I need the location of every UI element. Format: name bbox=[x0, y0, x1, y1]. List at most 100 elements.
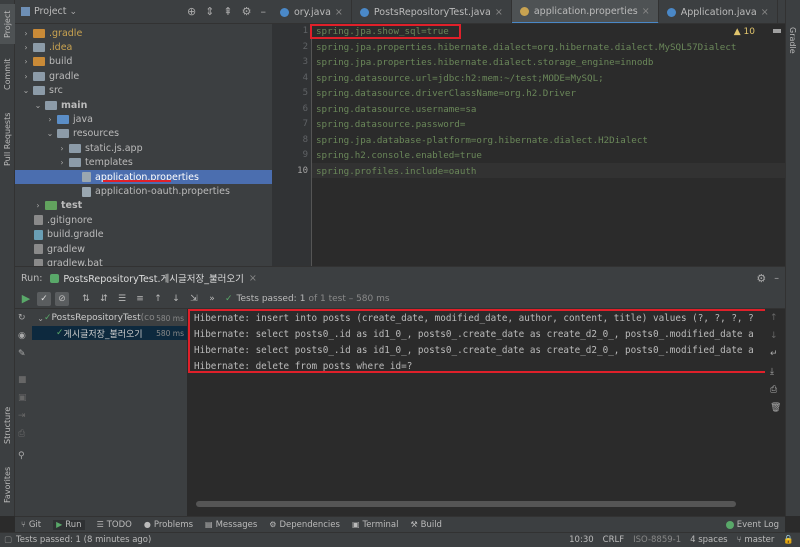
tool-button-git[interactable]: ⑂ Git bbox=[21, 520, 41, 530]
line-separator[interactable]: CRLF bbox=[603, 535, 624, 545]
tool-button-terminal[interactable]: ▣ Terminal bbox=[352, 520, 398, 530]
tree-item[interactable]: ⌄ resources bbox=[15, 127, 272, 141]
refresh-icon[interactable]: ↻ bbox=[18, 313, 26, 323]
hide-icon[interactable]: – bbox=[774, 273, 779, 284]
project-panel-title[interactable]: Project bbox=[34, 6, 67, 17]
code-line[interactable]: spring.datasource.driverClassName=org.h2… bbox=[316, 88, 576, 99]
stop-icon[interactable]: ■ bbox=[18, 375, 27, 385]
sort-alpha-icon[interactable]: ⇅ bbox=[79, 292, 93, 306]
status-message[interactable]: Tests passed: 1 (8 minutes ago) bbox=[16, 535, 151, 545]
tree-item[interactable]: .gitignore bbox=[15, 213, 272, 227]
pin-icon[interactable]: ⚲ bbox=[18, 451, 25, 461]
expand-all-icon[interactable]: ⇕ bbox=[205, 5, 214, 18]
tree-item[interactable]: › gradle bbox=[15, 69, 272, 83]
pull-requests-tool-tab[interactable]: Pull Requests bbox=[0, 104, 15, 174]
editor-tab[interactable]: PostsRepositoryTest.java × bbox=[352, 0, 512, 23]
run-config-tab[interactable]: PostsRepositoryTest.게시글저장_불러오기 bbox=[63, 271, 243, 285]
chevron-icon[interactable]: ⌄ bbox=[33, 101, 43, 110]
export-icon[interactable]: ⇲ bbox=[187, 292, 201, 306]
tab-close-icon[interactable]: × bbox=[642, 6, 650, 17]
code-line[interactable]: spring.datasource.username=sa bbox=[316, 104, 476, 115]
editor-tab[interactable]: ory.java × bbox=[272, 0, 352, 23]
print-icon[interactable]: ⎙ bbox=[770, 385, 777, 395]
code-line[interactable]: spring.profiles.include=oauth bbox=[316, 166, 476, 177]
expand-icon[interactable]: ☰ bbox=[115, 292, 129, 306]
tool-button-build[interactable]: ⚒ Build bbox=[410, 520, 442, 530]
collapse-all-icon[interactable]: ⇞ bbox=[223, 5, 232, 18]
code-line[interactable]: spring.datasource.password= bbox=[316, 119, 465, 130]
close-icon[interactable]: × bbox=[249, 273, 257, 284]
print-icon[interactable]: ⎙ bbox=[18, 429, 25, 439]
tree-item[interactable]: build.gradle bbox=[15, 228, 272, 242]
tool-button-todo[interactable]: ☰ TODO bbox=[97, 520, 132, 530]
camera-icon[interactable]: ◉ bbox=[18, 331, 26, 341]
console-output[interactable]: Hibernate: insert into posts (create_dat… bbox=[188, 309, 770, 517]
chevron-icon[interactable]: › bbox=[57, 144, 67, 153]
chevron-icon[interactable]: › bbox=[21, 57, 31, 66]
tree-item[interactable]: › test bbox=[15, 199, 272, 213]
up-icon[interactable]: ↑ bbox=[151, 292, 165, 306]
sort-duration-icon[interactable]: ⇵ bbox=[97, 292, 111, 306]
structure-tool-tab[interactable]: Structure bbox=[0, 400, 15, 450]
show-passed-icon[interactable]: ✓ bbox=[37, 291, 51, 306]
caret-position[interactable]: 10:30 bbox=[569, 535, 594, 545]
hide-icon[interactable]: – bbox=[261, 5, 267, 18]
file-encoding[interactable]: ISO-8859-1 bbox=[633, 535, 681, 545]
chevron-icon[interactable]: › bbox=[45, 115, 55, 124]
lock-icon[interactable]: 🔒 bbox=[783, 535, 794, 545]
console-hscrollbar[interactable] bbox=[196, 501, 736, 507]
tool-button-dependencies[interactable]: ⚙ Dependencies bbox=[269, 520, 340, 530]
down-icon[interactable]: ↓ bbox=[169, 292, 183, 306]
collapse-icon[interactable]: ≡ bbox=[133, 292, 147, 306]
tab-close-icon[interactable]: × bbox=[335, 7, 343, 18]
code-line[interactable]: spring.jpa.properties.hibernate.dialect.… bbox=[316, 57, 653, 68]
code-line[interactable]: spring.datasource.url=jdbc:h2:mem:~/test… bbox=[316, 73, 604, 84]
code-line[interactable]: spring.h2.console.enabled=true bbox=[316, 150, 482, 161]
code-line[interactable]: spring.jpa.database-platform=org.hiberna… bbox=[316, 135, 648, 146]
scroll-end-icon[interactable]: ⤓ bbox=[770, 367, 774, 377]
tree-item[interactable]: gradlew bbox=[15, 242, 272, 256]
more-icon[interactable]: » bbox=[205, 292, 219, 306]
chevron-icon[interactable]: ⌄ bbox=[45, 129, 55, 138]
test-tree-item[interactable]: ✓ 게시글저장_불러오기 580 ms bbox=[32, 326, 187, 340]
tree-item[interactable]: › build bbox=[15, 55, 272, 69]
tree-item[interactable]: ⌄ main bbox=[15, 98, 272, 112]
gear-icon[interactable]: ⚙ bbox=[242, 5, 252, 18]
chevron-icon[interactable]: › bbox=[57, 158, 67, 167]
indent-setting[interactable]: 4 spaces bbox=[690, 535, 727, 545]
code-line[interactable]: spring.jpa.properties.hibernate.dialect=… bbox=[316, 42, 736, 53]
tool-button-problems[interactable]: ● Problems bbox=[144, 520, 193, 530]
rerun-icon[interactable]: ▶ bbox=[19, 292, 33, 306]
tool-button-run[interactable]: ▶ Run bbox=[53, 519, 85, 530]
event-log-button[interactable]: Event Log bbox=[725, 520, 785, 530]
locate-icon[interactable]: ⊕ bbox=[187, 5, 196, 18]
soft-wrap-icon[interactable]: ↵ bbox=[770, 349, 778, 359]
commit-tool-tab[interactable]: Commit bbox=[0, 54, 15, 94]
editor-tab[interactable]: LoginUserArgumentI × bbox=[778, 0, 785, 23]
wrench-icon[interactable]: ✎ bbox=[18, 349, 26, 359]
show-ignored-icon[interactable]: ⊘ bbox=[55, 291, 69, 306]
code-editor[interactable]: 1 2 3 4 5 6 7 8 9 10 spring.jpa.show_sql=true spri… bbox=[272, 24, 785, 266]
export-results-icon[interactable]: ⇥ bbox=[18, 411, 26, 421]
tree-item[interactable]: › templates bbox=[15, 156, 272, 170]
tab-close-icon[interactable]: × bbox=[761, 7, 769, 18]
chevron-icon[interactable]: › bbox=[21, 29, 31, 38]
chevron-icon[interactable]: ⌄ bbox=[21, 86, 31, 95]
project-tool-tab[interactable]: Project bbox=[0, 4, 15, 44]
editor-tab[interactable]: application.properties × bbox=[511, 0, 659, 23]
tree-item[interactable]: › java bbox=[15, 112, 272, 126]
screenshot-icon[interactable]: ▣ bbox=[18, 393, 27, 403]
chevron-icon[interactable]: › bbox=[33, 201, 43, 210]
tree-item[interactable]: application-oauth.properties bbox=[15, 184, 272, 198]
up-arrow-icon[interactable]: ↑ bbox=[770, 313, 778, 323]
chevron-down-icon[interactable]: ⌄ bbox=[70, 7, 78, 17]
chevron-icon[interactable]: › bbox=[21, 43, 31, 52]
favorites-tool-tab[interactable]: Favorites bbox=[0, 460, 15, 510]
tree-item[interactable]: application.properties bbox=[15, 170, 272, 185]
tab-close-icon[interactable]: × bbox=[495, 7, 503, 18]
tree-item[interactable]: ⌄ src bbox=[15, 84, 272, 98]
gradle-tool-tab[interactable]: Gradle bbox=[785, 20, 800, 60]
tree-item[interactable]: › static.js.app bbox=[15, 141, 272, 155]
vcs-branch[interactable]: ⑂ master bbox=[737, 535, 775, 545]
tree-item[interactable]: › .gradle bbox=[15, 26, 272, 40]
